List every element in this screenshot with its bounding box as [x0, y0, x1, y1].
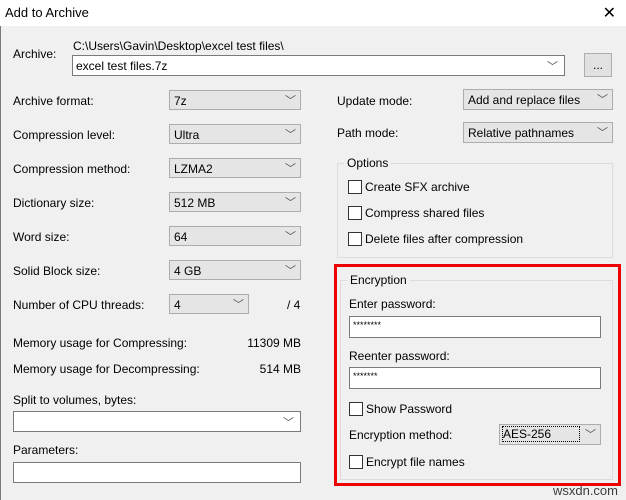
path-mode-value: Relative pathnames [468, 126, 575, 140]
chevron-down-icon: ﹀ [285, 95, 296, 107]
dictionary-size-select[interactable]: 512 MB ﹀ [169, 192, 301, 212]
memory-decompress-label: Memory usage for Decompressing: [13, 362, 200, 376]
update-mode-label: Update mode: [337, 94, 413, 108]
delete-after-label: Delete files after compression [365, 232, 524, 246]
chevron-down-icon: ﹀ [285, 265, 296, 277]
create-sfx-label: Create SFX archive [365, 180, 470, 194]
chevron-down-icon: ﹀ [285, 197, 296, 209]
path-mode-label: Path mode: [337, 126, 399, 140]
parameters-label: Parameters: [13, 443, 79, 457]
parameters-input[interactable] [13, 462, 301, 483]
browse-button[interactable]: ... [584, 53, 612, 77]
word-size-label: Word size: [13, 230, 70, 244]
solid-block-size-label: Solid Block size: [13, 264, 101, 278]
archive-format-value: 7z [174, 94, 187, 108]
cpu-threads-label: Number of CPU threads: [13, 298, 145, 312]
cpu-threads-select[interactable]: 4 ﹀ [169, 294, 249, 314]
chevron-down-icon: ﹀ [285, 231, 296, 243]
chevron-down-icon: ﹀ [285, 129, 296, 141]
checkbox-icon[interactable] [348, 232, 362, 246]
cpu-threads-max: / 4 [287, 298, 301, 312]
archive-label: Archive: [13, 47, 57, 61]
window-title: Add to Archive [5, 5, 89, 20]
chevron-down-icon[interactable]: ﹀ [547, 58, 558, 74]
compression-level-select[interactable]: Ultra ﹀ [169, 124, 301, 144]
solid-block-size-value: 4 GB [174, 264, 202, 278]
update-mode-value: Add and replace files [468, 93, 581, 107]
split-volumes-label: Split to volumes, bytes: [13, 393, 137, 407]
archive-format-label: Archive format: [13, 94, 94, 108]
chevron-down-icon: ﹀ [597, 94, 608, 106]
dictionary-size-label: Dictionary size: [13, 196, 95, 210]
archive-filename-combo[interactable]: excel test files.7z ﹀ [72, 55, 565, 76]
memory-compress-value: 11309 MB [247, 336, 301, 350]
word-size-select[interactable]: 64 ﹀ [169, 226, 301, 246]
split-volumes-combo[interactable]: ﹀ [13, 411, 301, 432]
chevron-down-icon: ﹀ [233, 299, 244, 311]
memory-compress-label: Memory usage for Compressing: [13, 336, 188, 350]
highlight-box [334, 264, 621, 486]
compression-method-value: LZMA2 [174, 162, 213, 176]
chevron-down-icon: ﹀ [285, 163, 296, 175]
title-bar: Add to Archive ✕ [0, 0, 626, 26]
path-mode-select[interactable]: Relative pathnames ﹀ [463, 122, 613, 143]
archive-format-select[interactable]: 7z ﹀ [169, 90, 301, 110]
archive-path: C:\Users\Gavin\Desktop\excel test files\ [73, 39, 284, 53]
close-icon[interactable]: ✕ [603, 3, 616, 23]
solid-block-size-select[interactable]: 4 GB ﹀ [169, 260, 301, 280]
checkbox-icon[interactable] [348, 180, 362, 194]
compress-shared-label: Compress shared files [365, 206, 485, 220]
compression-level-label: Compression level: [13, 128, 116, 142]
watermark: wsxdn.com [552, 483, 618, 498]
compression-method-label: Compression method: [13, 162, 131, 176]
dictionary-size-value: 512 MB [174, 196, 216, 210]
word-size-value: 64 [174, 230, 188, 244]
update-mode-select[interactable]: Add and replace files ﹀ [463, 89, 613, 110]
chevron-down-icon[interactable]: ﹀ [283, 414, 294, 430]
cpu-threads-value: 4 [174, 298, 181, 312]
options-title: Options [344, 156, 392, 170]
compress-shared-checkbox[interactable]: Compress shared files [348, 206, 484, 220]
memory-decompress-value: 514 MB [259, 362, 301, 376]
window-border [0, 26, 1, 500]
compression-level-value: Ultra [174, 128, 200, 142]
chevron-down-icon: ﹀ [597, 127, 608, 139]
checkbox-icon[interactable] [348, 206, 362, 220]
create-sfx-checkbox[interactable]: Create SFX archive [348, 180, 470, 194]
delete-after-checkbox[interactable]: Delete files after compression [348, 232, 523, 246]
archive-filename: excel test files.7z [76, 59, 168, 73]
compression-method-select[interactable]: LZMA2 ﹀ [169, 158, 301, 178]
